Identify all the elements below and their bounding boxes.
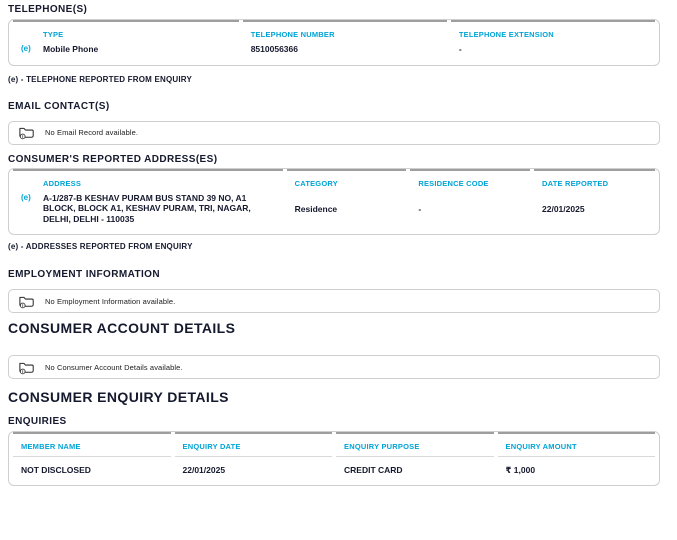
col-header-telephone-number: TELEPHONE NUMBER (242, 20, 447, 44)
col-header-date-reported: DATE REPORTED (534, 168, 655, 193)
addresses-header-row: ADDRESS CATEGORY RESIDENCE CODE DATE REP… (13, 168, 655, 193)
col-header-residence-code: RESIDENCE CODE (410, 168, 531, 193)
telephone-section-title: TELEPHONE(S) (8, 4, 88, 15)
telephone-header-row: TYPE TELEPHONE NUMBER TELEPHONE EXTENSIO… (13, 20, 655, 44)
credit-report-page: TELEPHONE(S) TYPE TELEPHONE NUMBER TELEP… (0, 0, 677, 486)
employment-empty-message: No Employment Information available. (45, 296, 176, 306)
telephone-type-value: Mobile Phone (43, 44, 99, 54)
employment-empty-box: No Employment Information available. (8, 289, 660, 313)
enquiry-purpose-value: CREDIT CARD (336, 456, 494, 485)
account-empty-message: No Consumer Account Details available. (45, 362, 183, 372)
address-row: (e) A-1/287-B KESHAV PURAM BUS STAND 39 N… (13, 193, 655, 235)
addresses-footnote: (e) - ADDRESSES REPORTED FROM ENQUIRY (8, 242, 193, 251)
enquiry-amount-value: ₹ 1,000 (497, 456, 655, 485)
col-header-telephone-extension: TELEPHONE EXTENSION (450, 20, 655, 44)
empty-folder-icon (19, 362, 34, 374)
enquiries-table: MEMBER NAME ENQUIRY DATE ENQUIRY PURPOSE… (8, 431, 660, 486)
enquiries-subtitle: ENQUIRIES (8, 416, 67, 427)
telephone-footnote: (e) - TELEPHONE REPORTED FROM ENQUIRY (8, 74, 193, 84)
col-header-enquiry-amount: ENQUIRY AMOUNT (497, 432, 655, 456)
employment-section-title: EMPLOYMENT INFORMATION (8, 269, 160, 280)
enquiry-row: NOT DISCLOSED 22/01/2025 CREDIT CARD ₹ 1… (13, 456, 655, 485)
col-header-category: CATEGORY (286, 168, 407, 193)
enquiry-marker: (e) (21, 44, 31, 53)
telephone-table: TYPE TELEPHONE NUMBER TELEPHONE EXTENSIO… (8, 19, 660, 66)
col-header-type: TYPE (13, 20, 239, 44)
address-category-value: Residence (294, 203, 338, 214)
email-section-title: EMAIL CONTACT(S) (8, 100, 110, 112)
col-header-enquiry-purpose: ENQUIRY PURPOSE (336, 432, 494, 456)
enquiry-section-title: CONSUMER ENQUIRY DETAILS (8, 389, 229, 405)
address-residence-code-value: - (418, 203, 422, 214)
enquiry-marker: (e) (21, 192, 31, 202)
account-empty-box: No Consumer Account Details available. (8, 355, 660, 379)
address-date-reported-value: 22/01/2025 (542, 203, 585, 214)
telephone-row: (e) Mobile Phone 8510056366 - (13, 44, 655, 65)
empty-folder-icon (19, 127, 34, 140)
col-header-address: ADDRESS (13, 168, 283, 193)
address-value: A-1/287-B KESHAV PURAM BUS STAND 39 NO, … (43, 192, 251, 224)
telephone-number-value: 8510056366 (250, 44, 298, 54)
col-header-enquiry-date: ENQUIRY DATE (174, 432, 332, 456)
empty-folder-icon (19, 296, 34, 308)
enquiries-header-row: MEMBER NAME ENQUIRY DATE ENQUIRY PURPOSE… (13, 432, 655, 456)
enquiry-member-name-value: NOT DISCLOSED (13, 456, 171, 485)
addresses-section-title: CONSUMER'S REPORTED ADDRESS(ES) (8, 153, 218, 165)
email-empty-box: No Email Record available. (8, 120, 660, 145)
addresses-table: ADDRESS CATEGORY RESIDENCE CODE DATE REP… (8, 167, 660, 235)
enquiry-date-value: 22/01/2025 (174, 456, 332, 485)
email-empty-message: No Email Record available. (45, 128, 139, 137)
col-header-member-name: MEMBER NAME (13, 432, 171, 456)
account-section-title: CONSUMER ACCOUNT DETAILS (8, 320, 236, 336)
telephone-extension-value: - (458, 44, 462, 54)
